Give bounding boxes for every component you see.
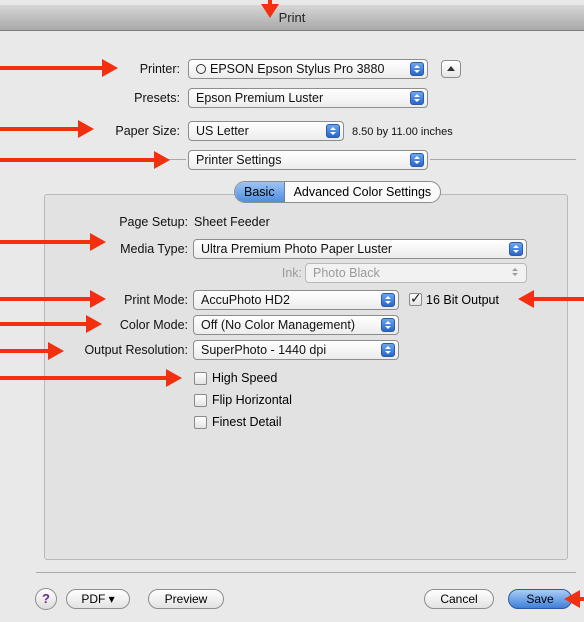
- paper-size-popup[interactable]: US Letter: [188, 121, 344, 141]
- high-speed-checkbox[interactable]: [194, 372, 207, 385]
- printer-icon: [196, 64, 206, 74]
- arrow-head-icon: [78, 120, 94, 138]
- annotation-arrow-media-type: [0, 233, 106, 251]
- flip-horizontal-checkbox[interactable]: [194, 394, 207, 407]
- paper-size-value: US Letter: [196, 124, 249, 138]
- popup-stepper-icon: [326, 124, 340, 138]
- printer-value: EPSON Epson Stylus Pro 3880: [210, 62, 385, 76]
- annotation-arrow-print-mode: [0, 290, 106, 308]
- print-mode-value: AccuPhoto HD2: [201, 293, 290, 307]
- section-popup-value: Printer Settings: [196, 153, 282, 167]
- save-button[interactable]: Save: [508, 589, 572, 609]
- print-mode-popup[interactable]: AccuPhoto HD2: [193, 290, 399, 310]
- finest-detail-checkbox[interactable]: [194, 416, 207, 429]
- tab-basic[interactable]: Basic: [235, 182, 285, 202]
- media-type-popup[interactable]: Ultra Premium Photo Paper Luster: [193, 239, 527, 259]
- popup-stepper-icon: [381, 343, 395, 357]
- arrow-head-icon: [90, 290, 106, 308]
- color-mode-popup[interactable]: Off (No Color Management): [193, 315, 399, 335]
- page-setup-value: Sheet Feeder: [194, 215, 270, 229]
- arrow-head-icon: [86, 315, 102, 333]
- media-type-label: Media Type:: [120, 242, 188, 256]
- pdf-button[interactable]: PDF ▾: [66, 589, 130, 609]
- footer-separator: [36, 572, 576, 573]
- output-resolution-value: SuperPhoto - 1440 dpi: [201, 343, 327, 357]
- annotation-arrow-16-bit: [518, 290, 584, 308]
- media-type-value: Ultra Premium Photo Paper Luster: [201, 242, 393, 256]
- arrow-head-icon: [154, 151, 170, 169]
- popup-stepper-icon: [381, 318, 395, 332]
- arrow-head-icon: [102, 59, 118, 77]
- page-setup-label: Page Setup:: [119, 215, 188, 229]
- annotation-arrow-output-resolution: [0, 342, 64, 360]
- flip-horizontal-label: Flip Horizontal: [212, 393, 292, 407]
- presets-value: Epson Premium Luster: [196, 91, 324, 105]
- popup-stepper-icon: [410, 153, 424, 167]
- arrow-head-icon: [564, 590, 580, 608]
- color-mode-value: Off (No Color Management): [201, 318, 355, 332]
- annotation-arrow-paper-size: [0, 120, 94, 138]
- 16-bit-output-checkbox[interactable]: [409, 290, 422, 307]
- annotation-arrow-save: [564, 590, 584, 608]
- separator-right: [430, 159, 576, 160]
- annotation-arrow-high-speed: [0, 369, 182, 387]
- annotation-arrow-color-mode: [0, 315, 102, 333]
- paper-dimensions: 8.50 by 11.00 inches: [352, 126, 453, 138]
- annotation-arrow-title: [261, 0, 279, 18]
- high-speed-label: High Speed: [212, 371, 278, 385]
- popup-stepper-icon: [509, 242, 523, 256]
- 16-bit-output-label: 16 Bit Output: [426, 293, 499, 307]
- ink-popup: Photo Black: [305, 263, 527, 283]
- finest-detail-label: Finest Detail: [212, 415, 282, 429]
- popup-stepper-icon: [509, 266, 523, 280]
- ink-value: Photo Black: [313, 266, 380, 280]
- presets-label: Presets:: [134, 91, 180, 105]
- arrow-head-icon: [518, 290, 534, 308]
- annotation-arrow-printer-settings: [0, 151, 170, 169]
- arrow-head-icon: [48, 342, 64, 360]
- popup-stepper-icon: [410, 91, 424, 105]
- arrow-head-icon: [166, 369, 182, 387]
- preview-button[interactable]: Preview: [148, 589, 224, 609]
- output-resolution-popup[interactable]: SuperPhoto - 1440 dpi: [193, 340, 399, 360]
- section-popup[interactable]: Printer Settings: [188, 150, 428, 170]
- presets-popup[interactable]: Epson Premium Luster: [188, 88, 428, 108]
- popup-stepper-icon: [410, 62, 424, 76]
- disclosure-triangle-button[interactable]: [441, 60, 461, 78]
- ink-label: Ink:: [281, 266, 302, 280]
- printer-popup[interactable]: EPSON Epson Stylus Pro 3880: [188, 59, 428, 79]
- tab-segmented-control: Basic Advanced Color Settings: [234, 181, 442, 203]
- window-title: Print: [0, 5, 584, 31]
- arrow-head-icon: [261, 4, 279, 18]
- annotation-arrow-printer: [0, 59, 118, 77]
- print-dialog: Print Printer: EPSON Epson Stylus Pro 38…: [0, 0, 584, 622]
- arrow-head-icon: [90, 233, 106, 251]
- popup-stepper-icon: [381, 293, 395, 307]
- help-button[interactable]: ?: [35, 588, 57, 610]
- cancel-button[interactable]: Cancel: [424, 589, 494, 609]
- tab-advanced-color-settings[interactable]: Advanced Color Settings: [285, 182, 441, 202]
